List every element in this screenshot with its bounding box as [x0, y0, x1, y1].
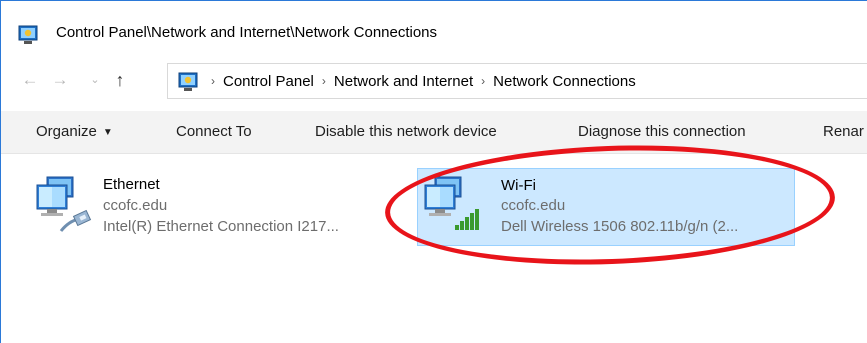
connection-adapter: Intel(R) Ethernet Connection I217...	[103, 218, 339, 235]
rename-button[interactable]: Renar	[823, 123, 864, 140]
connection-adapter: Dell Wireless 1506 802.11b/g/n (2...	[501, 218, 739, 235]
window-title: Control Panel\Network and Internet\Netwo…	[56, 24, 438, 41]
diagnose-connection-button[interactable]: Diagnose this connection	[578, 123, 746, 140]
explorer-window: Control Panel\Network and Internet\Netwo…	[0, 0, 867, 343]
connection-name: Ethernet	[103, 176, 160, 193]
back-arrow-icon[interactable]: ←	[21, 71, 39, 89]
breadcrumb-separator-icon[interactable]: ›	[314, 74, 334, 88]
forward-arrow-icon[interactable]: →	[51, 71, 69, 89]
title-bar: Control Panel\Network and Internet\Netwo…	[1, 1, 867, 51]
organize-label: Organize	[36, 123, 97, 140]
signal-strength-icon	[455, 209, 479, 230]
breadcrumb-network-and-internet[interactable]: Network and Internet	[334, 73, 473, 90]
up-arrow-icon[interactable]: ↑	[111, 71, 129, 89]
breadcrumb-control-panel[interactable]: Control Panel	[223, 73, 314, 90]
network-connections-icon	[178, 72, 198, 91]
connection-item-wifi[interactable]: Wi-Fi ccofc.edu Dell Wireless 1506 802.1…	[417, 168, 795, 246]
network-connections-icon	[18, 25, 38, 44]
command-bar: Organize ▼ Connect To Disable this networ…	[1, 111, 867, 154]
organize-button[interactable]: Organize ▼	[36, 123, 113, 140]
caret-down-icon: ▼	[102, 127, 113, 138]
wifi-adapter-icon	[424, 176, 479, 230]
navigation-row: ← → ⌄ ↑ › Control Panel › Network and Inter…	[1, 63, 867, 99]
disable-device-button[interactable]: Disable this network device	[315, 123, 497, 140]
breadcrumb: › Control Panel › Network and Internet › Netw…	[203, 73, 636, 90]
breadcrumb-separator-icon[interactable]: ›	[473, 74, 493, 88]
connection-item-ethernet[interactable]: Ethernet ccofc.edu Intel(R) Ethernet Con…	[33, 169, 383, 245]
connection-network: ccofc.edu	[103, 197, 168, 214]
ethernet-adapter-icon	[36, 176, 92, 232]
breadcrumb-separator-icon[interactable]: ›	[203, 74, 223, 88]
address-bar[interactable]: › Control Panel › Network and Internet › Netw…	[167, 63, 867, 99]
connection-network: ccofc.edu	[501, 197, 566, 214]
breadcrumb-network-connections[interactable]: Network Connections	[493, 73, 636, 90]
recent-locations-chevron-icon[interactable]: ⌄	[86, 71, 104, 89]
connection-name: Wi-Fi	[501, 177, 536, 194]
connect-to-button[interactable]: Connect To	[176, 123, 252, 140]
